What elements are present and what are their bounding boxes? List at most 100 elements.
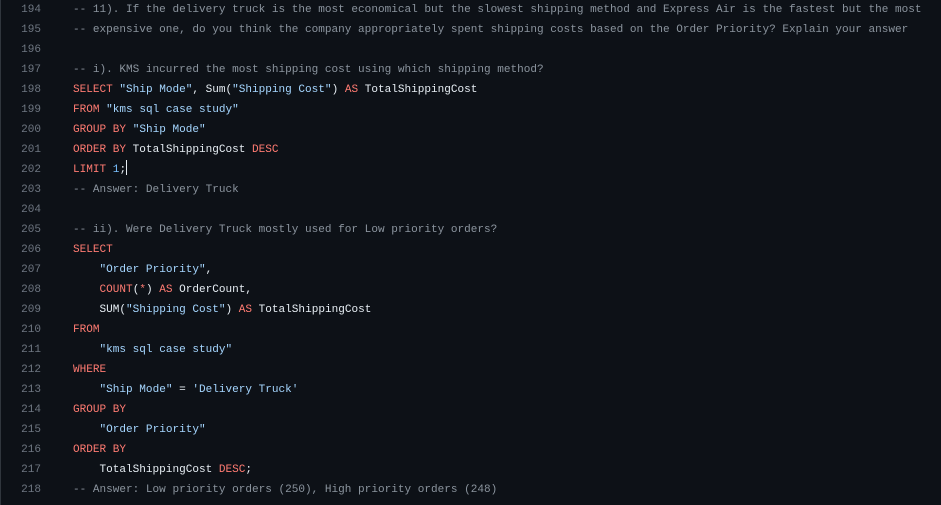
code-text[interactable]: GROUP BY xyxy=(73,400,126,420)
line-number[interactable]: 217 xyxy=(1,460,41,480)
code-text[interactable]: -- Answer: Low priority orders (250), Hi… xyxy=(73,480,497,500)
string-token: "Shipping Cost" xyxy=(232,84,332,96)
line-number[interactable]: 207 xyxy=(1,260,41,280)
line-number[interactable]: 215 xyxy=(1,420,41,440)
line-number[interactable]: 201 xyxy=(1,140,41,160)
line-number[interactable]: 208 xyxy=(1,280,41,300)
line-number[interactable]: 214 xyxy=(1,400,41,420)
identifier-token xyxy=(73,384,100,396)
code-text[interactable]: -- ii). Were Delivery Truck mostly used … xyxy=(73,220,497,240)
keyword-token: WHERE xyxy=(73,364,107,376)
identifier-token xyxy=(73,264,100,276)
keyword-token: GROUP BY xyxy=(73,124,127,136)
line-number[interactable]: 204 xyxy=(1,200,41,220)
line-number[interactable]: 205 xyxy=(1,220,41,240)
identifier-token: ) xyxy=(145,284,160,296)
line-number[interactable]: 206 xyxy=(1,240,41,260)
keyword-token: COUNT xyxy=(99,284,133,296)
identifier-token: TotalShippingCost xyxy=(73,464,219,476)
string-token: 'Delivery Truck' xyxy=(192,384,299,396)
line-number[interactable]: 209 xyxy=(1,300,41,320)
keyword-token: LIMIT xyxy=(73,164,107,176)
comment-token: -- expensive one, do you think the compa… xyxy=(73,24,909,36)
identifier-token: TotalShippingCost xyxy=(126,144,253,156)
line-number[interactable]: 213 xyxy=(1,380,41,400)
comment-token: -- ii). Were Delivery Truck mostly used … xyxy=(73,224,498,236)
code-text[interactable]: ORDER BY xyxy=(73,440,126,460)
line-number[interactable]: 203 xyxy=(1,180,41,200)
identifier-token: SUM( xyxy=(73,304,127,316)
identifier-token xyxy=(106,164,113,176)
line-number[interactable]: 195 xyxy=(1,20,41,40)
keyword-token: SELECT xyxy=(73,244,113,256)
line-number[interactable]: 199 xyxy=(1,100,41,120)
keyword-token: SELECT xyxy=(73,84,113,96)
identifier-token xyxy=(73,424,100,436)
identifier-token: TotalShippingCost xyxy=(358,84,478,96)
keyword-token: AS xyxy=(159,284,173,296)
string-token: "kms sql case study" xyxy=(106,104,239,116)
keyword-token: AS xyxy=(238,304,253,316)
code-text[interactable]: SELECT xyxy=(73,240,113,260)
line-number[interactable]: 194 xyxy=(1,0,41,20)
string-token: "kms sql case study" xyxy=(99,344,233,356)
keyword-token: DESC xyxy=(252,144,279,156)
code-text[interactable]: WHERE xyxy=(73,360,106,380)
code-text[interactable]: LIMIT 1; xyxy=(73,160,128,180)
keyword-token: * xyxy=(139,284,146,296)
code-text[interactable]: "kms sql case study" xyxy=(73,340,233,360)
code-editor[interactable]: 194 -- 11). If the delivery truck is the … xyxy=(0,0,941,505)
string-token: "Order Priority" xyxy=(99,424,206,436)
comment-token: -- Answer: Delivery Truck xyxy=(73,184,239,196)
line-number[interactable]: 202 xyxy=(1,160,41,180)
keyword-token: FROM xyxy=(73,324,100,336)
line-number[interactable]: 216 xyxy=(1,440,41,460)
code-text[interactable]: -- expensive one, do you think the compa… xyxy=(73,20,908,40)
identifier-token xyxy=(73,344,100,356)
keyword-token: FROM xyxy=(73,104,100,116)
code-text[interactable]: TotalShippingCost DESC; xyxy=(73,460,253,480)
code-text[interactable]: "Ship Mode" = 'Delivery Truck' xyxy=(73,380,299,400)
comment-token: -- 11). If the delivery truck is the mos… xyxy=(73,4,922,16)
code-text[interactable]: FROM "kms sql case study" xyxy=(73,100,239,120)
string-token: "Shipping Cost" xyxy=(126,304,226,316)
identifier-token: = xyxy=(172,384,193,396)
identifier-token: , Sum( xyxy=(192,84,233,96)
code-text[interactable]: FROM xyxy=(73,320,100,340)
line-number[interactable]: 210 xyxy=(1,320,41,340)
line-number[interactable]: 218 xyxy=(1,480,41,500)
keyword-token: ORDER BY xyxy=(73,144,127,156)
identifier-token: ; xyxy=(119,164,127,176)
keyword-token: ORDER BY xyxy=(73,444,127,456)
identifier-token: , xyxy=(205,264,213,276)
code-text[interactable]: -- Answer: Delivery Truck xyxy=(73,180,239,200)
keyword-token: DESC xyxy=(218,464,246,476)
string-token: "Order Priority" xyxy=(99,264,206,276)
code-text[interactable]: COUNT(*) AS OrderCount, xyxy=(73,280,253,300)
code-text[interactable]: "Order Priority", xyxy=(73,260,213,280)
identifier-token: OrderCount, xyxy=(172,284,253,296)
code-text[interactable]: GROUP BY "Ship Mode" xyxy=(73,120,206,140)
identifier-token: ) xyxy=(331,84,345,96)
identifier-token: ) xyxy=(225,304,239,316)
line-number[interactable]: 197 xyxy=(1,60,41,80)
line-number[interactable]: 200 xyxy=(1,120,41,140)
line-number[interactable]: 211 xyxy=(1,340,41,360)
code-text[interactable]: SUM("Shipping Cost") AS TotalShippingCos… xyxy=(73,300,372,320)
comment-token: -- i). KMS incurred the most shipping co… xyxy=(73,64,544,76)
line-number[interactable]: 212 xyxy=(1,360,41,380)
code-text[interactable]: -- 11). If the delivery truck is the mos… xyxy=(73,0,922,20)
identifier-token: TotalShippingCost xyxy=(252,304,372,316)
code-text[interactable]: SELECT "Ship Mode", Sum("Shipping Cost")… xyxy=(73,80,477,100)
string-token: "Ship Mode" xyxy=(99,384,173,396)
code-text[interactable]: ORDER BY TotalShippingCost DESC xyxy=(73,140,279,160)
keyword-token: GROUP BY xyxy=(73,404,127,416)
line-number[interactable]: 198 xyxy=(1,80,41,100)
keyword-token: AS xyxy=(344,84,359,96)
identifier-token xyxy=(73,284,100,296)
code-text[interactable]: -- i). KMS incurred the most shipping co… xyxy=(73,60,544,80)
comment-token: -- Answer: Low priority orders (250), Hi… xyxy=(73,484,498,496)
line-number[interactable]: 196 xyxy=(1,40,41,60)
code-text[interactable]: "Order Priority" xyxy=(73,420,206,440)
identifier-token: ; xyxy=(245,464,253,476)
